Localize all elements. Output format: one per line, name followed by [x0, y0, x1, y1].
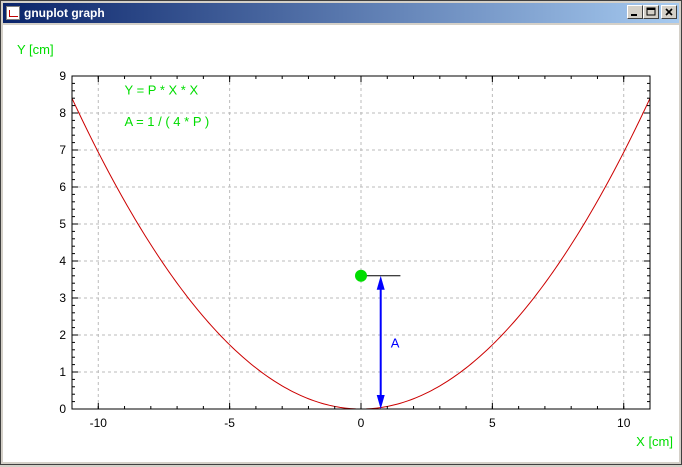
tick-label-y: 3: [59, 291, 66, 305]
title-bar[interactable]: gnuplot graph: [3, 3, 679, 23]
tick-label-y: 1: [59, 365, 66, 379]
tick-label-x: 5: [489, 416, 496, 430]
tick-label-y: 6: [59, 180, 66, 194]
gnuplot-chart: 0 1 2 3 4 5 6 7 8 9 -10 -5 0 5 10 Y [cm] X [cm] Y = P …: [17, 42, 673, 449]
annotation-focal-length: A = 1 / ( 4 * P ): [125, 114, 210, 129]
tick-label-x: -10: [90, 416, 108, 430]
close-button[interactable]: [661, 5, 677, 19]
arrow-label: A: [391, 335, 400, 350]
maximize-button[interactable]: [643, 5, 659, 19]
window-title: gnuplot graph: [24, 6, 105, 20]
tick-label-y: 2: [59, 328, 66, 342]
plot-area: 0 1 2 3 4 5 6 7 8 9 -10 -5 0 5 10 Y [cm] X [cm] Y = P …: [3, 25, 679, 462]
tick-label-y: 9: [59, 69, 66, 83]
tick-label-x: -5: [224, 416, 235, 430]
gnuplot-window: gnuplot graph 0 1 2 3 4 5 6 7 8 9 -10 -5…: [0, 0, 682, 465]
tick-label-y: 4: [59, 254, 66, 268]
close-icon: [665, 8, 673, 16]
gnuplot-app-icon[interactable]: [6, 6, 20, 20]
tick-label-y: 0: [59, 402, 66, 416]
minimize-button[interactable]: [627, 5, 643, 19]
window-controls: [627, 5, 677, 19]
tick-label-y: 8: [59, 106, 66, 120]
tick-label-y: 5: [59, 217, 66, 231]
y-axis-label: Y [cm]: [17, 42, 54, 57]
minimize-icon: [631, 14, 637, 16]
maximize-icon: [646, 7, 656, 16]
x-axis-label: X [cm]: [636, 434, 673, 449]
tick-label-y: 7: [59, 143, 66, 157]
arrow-head-top: [376, 275, 385, 290]
focus-point: [355, 269, 367, 282]
tick-label-x: 10: [617, 416, 631, 430]
tick-label-x: 0: [358, 416, 365, 430]
annotation-equation: Y = P * X * X: [125, 83, 199, 98]
distance-arrow: [376, 275, 385, 409]
